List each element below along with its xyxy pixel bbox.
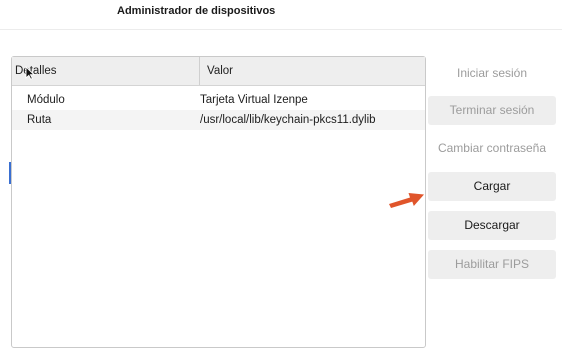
details-table: Detalles Valor Módulo Tarjeta Virtual Iz… (11, 56, 426, 348)
column-separator[interactable] (199, 57, 200, 85)
descargar-button[interactable]: Descargar (428, 211, 556, 240)
row-value: Tarjeta Virtual Izenpe (200, 94, 308, 106)
column-header-detalles[interactable]: Detalles (15, 57, 57, 85)
row-value: /usr/local/lib/keychain-pkcs11.dylib (200, 114, 376, 126)
terminar-sesion-button[interactable]: Terminar sesión (428, 96, 556, 125)
column-header-valor[interactable]: Valor (207, 57, 233, 85)
mouse-pointer-icon (25, 66, 35, 80)
cargar-button[interactable]: Cargar (428, 172, 556, 201)
table-header: Detalles Valor (12, 57, 425, 86)
row-label: Módulo (27, 94, 65, 106)
cropped-top-text (0, 0, 562, 3)
table-row[interactable]: Ruta /usr/local/lib/keychain-pkcs11.dyli… (12, 110, 425, 130)
cambiar-contrasena-button[interactable]: Cambiar contraseña (428, 134, 556, 163)
row-label: Ruta (27, 114, 52, 126)
title-divider (0, 29, 562, 30)
window-edge-marker (9, 162, 11, 184)
table-row[interactable]: Módulo Tarjeta Virtual Izenpe (12, 90, 425, 110)
iniciar-sesion-button[interactable]: Iniciar sesión (428, 59, 556, 88)
habilitar-fips-button[interactable]: Habilitar FIPS (428, 250, 556, 279)
window-title: Administrador de dispositivos (117, 5, 276, 17)
annotation-arrow-icon (389, 193, 424, 208)
